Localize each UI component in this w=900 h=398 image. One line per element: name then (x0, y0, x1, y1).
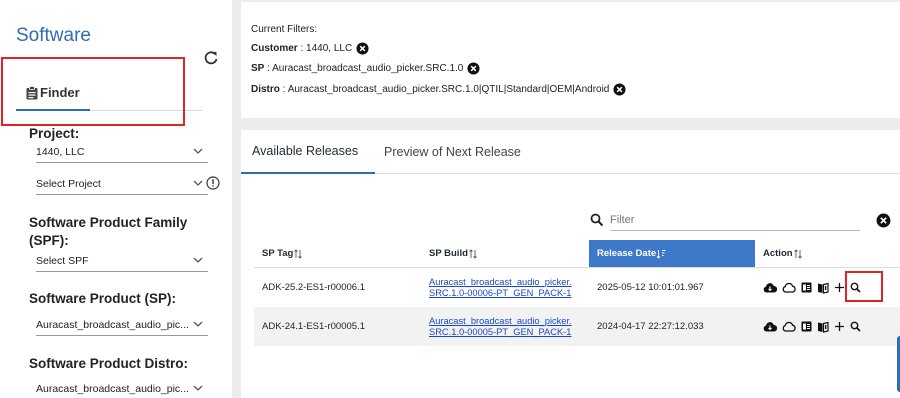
column-label: SP Tag (262, 248, 294, 259)
cell-sp-tag: ADK-25.2-ES1-r00006.1 (262, 282, 365, 293)
close-circle-icon[interactable] (613, 83, 626, 96)
cell-sp-build: Auracast_broadcast_audio_picker. SRC.1.0-… (421, 307, 589, 346)
select-project-dropdown[interactable]: Select Project (36, 173, 208, 195)
cloud-outline-icon[interactable] (782, 321, 796, 332)
chevron-down-icon (193, 321, 203, 327)
sp-distro-select[interactable]: Auracast_broadcast_audio_pic... (36, 378, 208, 398)
sp-select[interactable]: Auracast_broadcast_audio_pic... (36, 314, 208, 336)
cell-actions (755, 307, 900, 346)
filter-value: : Auracast_broadcast_audio_picker.SRC.1.… (279, 84, 610, 95)
table-row: ADK-24.1-ES1-r00005.1 Auracast_broadcast… (254, 307, 900, 346)
releases-panel: Available Releases Preview of Next Relea… (241, 130, 900, 398)
project-select-value: 1440, LLC (36, 145, 85, 158)
sp-build-link[interactable]: Auracast_broadcast_audio_picker. SRC.1.0-… (429, 316, 572, 338)
filter-key: Customer (251, 43, 298, 54)
search-icon (590, 213, 604, 227)
plus-icon[interactable] (834, 321, 845, 332)
highlight-box-finder (1, 57, 185, 126)
chevron-down-icon (193, 180, 203, 186)
cell-sp-tag: ADK-24.1-ES1-r00005.1 (262, 321, 365, 332)
plus-icon[interactable] (834, 282, 845, 293)
tab-available-releases[interactable]: Available Releases (241, 130, 375, 174)
sort-icon (294, 248, 303, 259)
releases-tabs: Available Releases Preview of Next Relea… (241, 130, 900, 174)
cell-release-date: 2024-04-17 22:27:12.033 (597, 321, 704, 332)
sort-icon (469, 248, 477, 259)
sp-distro-select-value: Auracast_broadcast_audio_pic... (36, 382, 189, 395)
refresh-icon[interactable] (203, 50, 219, 66)
project-select[interactable]: 1440, LLC (36, 141, 208, 163)
sidebar-title: Software (16, 25, 91, 46)
filter-key: Distro (251, 84, 280, 95)
column-header-action[interactable]: Action (755, 240, 900, 268)
spf-select-value: Select SPF (36, 254, 89, 267)
filter-key: SP (251, 63, 265, 74)
column-label: Action (763, 248, 793, 259)
filter-value: : 1440, LLC (297, 43, 353, 54)
sp-label: Software Product (SP): (29, 291, 177, 306)
table-filter (590, 209, 891, 231)
cell-sp-build: Auracast_broadcast_audio_picker. SRC.1.0-… (421, 268, 589, 307)
column-header-release-date[interactable]: Release Date (589, 240, 755, 268)
table-row: ADK-25.2-ES1-r00006.1 Auracast_broadcast… (254, 268, 900, 307)
column-label: SP Build (429, 248, 468, 259)
filter-chip-distro: Distro : Auracast_broadcast_audio_picker… (251, 83, 626, 96)
tab-preview-next-release[interactable]: Preview of Next Release (384, 130, 521, 174)
close-circle-icon[interactable] (467, 62, 480, 75)
clear-filter-icon[interactable] (876, 213, 891, 228)
filter-value: : Auracast_broadcast_audio_picker.SRC.1.… (264, 63, 464, 74)
column-label: Release Date (597, 248, 657, 259)
sort-descending-icon (656, 249, 666, 259)
highlight-box-search-action (845, 271, 883, 302)
sp-select-value: Auracast_broadcast_audio_pic... (36, 318, 189, 331)
sp-build-link[interactable]: Auracast_broadcast_audio_picker. SRC.1.0-… (429, 277, 572, 299)
spf-select[interactable]: Select SPF (36, 250, 208, 272)
book-open-icon[interactable] (817, 321, 829, 333)
filter-input[interactable] (610, 214, 840, 226)
spf-label: Software Product Family (SPF): (29, 215, 188, 248)
book-open-icon[interactable] (817, 282, 829, 294)
select-project-value: Select Project (36, 177, 101, 190)
cloud-download-icon[interactable] (763, 282, 777, 293)
document-icon[interactable] (801, 321, 812, 332)
chevron-down-icon (193, 385, 203, 391)
search-icon[interactable] (850, 321, 861, 332)
cloud-download-icon[interactable] (763, 321, 777, 332)
filters-heading: Current Filters: (251, 24, 318, 35)
filter-underline (610, 230, 860, 231)
sort-icon (793, 248, 802, 259)
cloud-outline-icon[interactable] (782, 282, 796, 293)
chevron-down-icon (193, 148, 203, 154)
sp-distro-label: Software Product Distro: (29, 356, 189, 371)
current-filters-panel: Current Filters: Customer : 1440, LLC SP… (241, 2, 900, 118)
cell-release-date: 2025-05-12 10:01:01.967 (597, 282, 704, 293)
column-header-sp-tag[interactable]: SP Tag (254, 240, 421, 268)
filter-chip-sp: SP : Auracast_broadcast_audio_picker.SRC… (251, 62, 480, 75)
info-icon[interactable] (206, 176, 220, 190)
filter-chip-customer: Customer : 1440, LLC (251, 42, 369, 55)
chevron-down-icon (193, 257, 203, 263)
document-icon[interactable] (801, 282, 812, 293)
close-circle-icon[interactable] (356, 42, 369, 55)
column-header-sp-build[interactable]: SP Build (421, 240, 589, 268)
